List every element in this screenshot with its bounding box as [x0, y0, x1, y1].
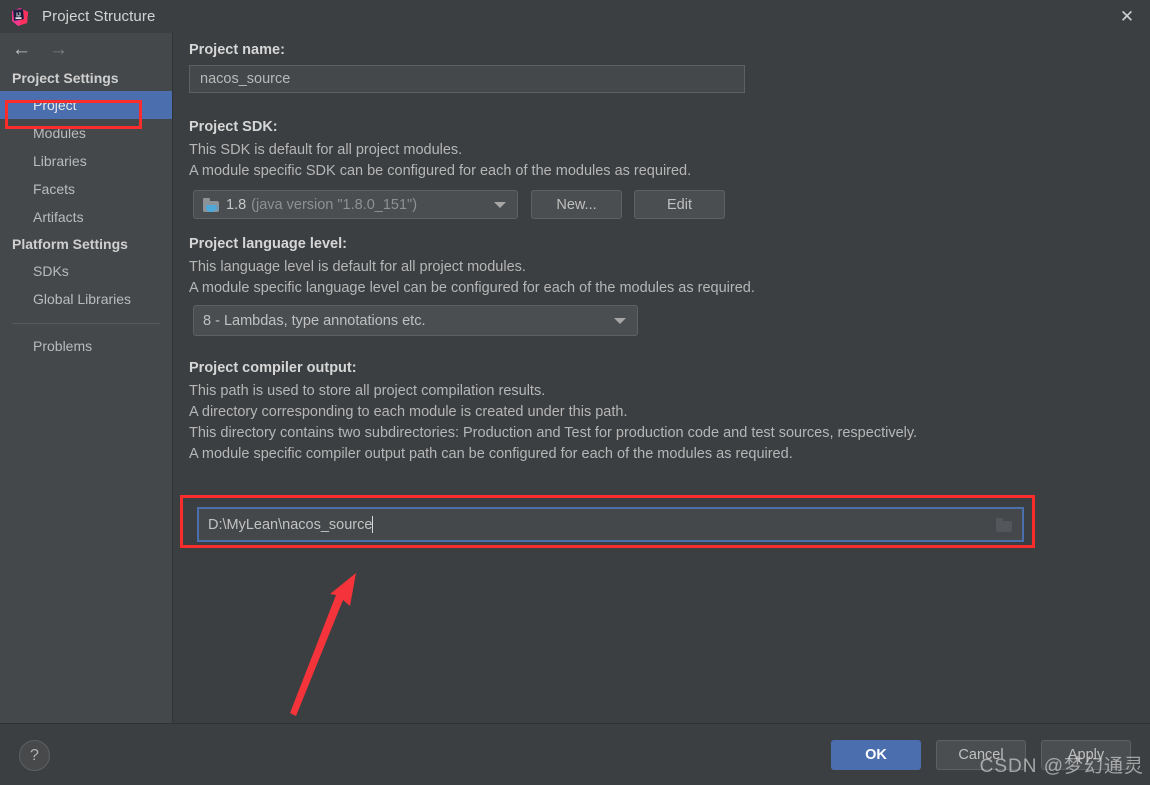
- intellij-idea-logo-icon: IJ: [10, 7, 30, 27]
- dialog-body: ← → Project Settings Project Modules Lib…: [0, 33, 1150, 723]
- project-compiler-output-desc-2: A directory corresponding to each module…: [189, 404, 628, 420]
- forward-arrow-icon[interactable]: →: [49, 40, 68, 59]
- sidebar-item-sdks[interactable]: SDKs: [0, 257, 172, 285]
- sidebar-item-modules[interactable]: Modules: [0, 119, 172, 147]
- project-language-level-dropdown[interactable]: 8 - Lambdas, type annotations etc.: [193, 305, 638, 336]
- project-compiler-output-label: Project compiler output:: [189, 360, 357, 376]
- project-language-level-label: Project language level:: [189, 236, 347, 252]
- sidebar-item-project[interactable]: Project: [0, 91, 172, 119]
- project-compiler-output-desc-4: A module specific compiler output path c…: [189, 446, 793, 462]
- project-language-level-value: 8 - Lambdas, type annotations etc.: [203, 312, 426, 329]
- compiler-output-highlight-box: D:\MyLean\nacos_source: [180, 495, 1035, 548]
- cancel-button[interactable]: Cancel: [936, 740, 1026, 770]
- chevron-down-icon: [614, 317, 626, 324]
- edit-sdk-button[interactable]: Edit: [634, 190, 725, 219]
- project-name-value: nacos_source: [200, 71, 291, 87]
- sidebar-item-libraries[interactable]: Libraries: [0, 147, 172, 175]
- close-icon[interactable]: ✕: [1104, 0, 1150, 33]
- project-sdk-label: Project SDK:: [189, 119, 278, 135]
- back-arrow-icon[interactable]: ←: [12, 40, 31, 59]
- settings-sidebar: ← → Project Settings Project Modules Lib…: [0, 33, 173, 723]
- text-caret: [372, 516, 374, 533]
- sidebar-nav-bar: ← →: [0, 33, 172, 65]
- project-sdk-version: 1.8: [226, 196, 247, 213]
- chevron-down-icon: [494, 201, 506, 208]
- sidebar-group-platform-settings: Platform Settings: [12, 236, 128, 252]
- sidebar-item-artifacts[interactable]: Artifacts: [0, 203, 172, 231]
- project-sdk-version-detail: (java version "1.8.0_151"): [251, 196, 418, 213]
- project-sdk-desc-1: This SDK is default for all project modu…: [189, 142, 463, 158]
- sidebar-item-global-libraries[interactable]: Global Libraries: [0, 285, 172, 313]
- compiler-output-path-input[interactable]: D:\MyLean\nacos_source: [197, 507, 1024, 542]
- project-name-label: Project name:: [189, 42, 285, 58]
- project-sdk-dropdown[interactable]: 1.8 (java version "1.8.0_151"): [193, 190, 518, 219]
- project-compiler-output-desc-3: This directory contains two subdirectori…: [189, 425, 918, 441]
- compiler-output-path-value: D:\MyLean\nacos_source: [208, 516, 373, 533]
- project-language-level-desc-2: A module specific language level can be …: [189, 280, 755, 296]
- sidebar-item-problems[interactable]: Problems: [0, 332, 172, 360]
- new-sdk-button[interactable]: New...: [531, 190, 622, 219]
- window-title: Project Structure: [42, 8, 156, 25]
- sidebar-item-facets[interactable]: Facets: [0, 175, 172, 203]
- apply-button[interactable]: Apply: [1041, 740, 1131, 770]
- project-language-level-desc-1: This language level is default for all p…: [189, 259, 526, 275]
- folder-browse-icon[interactable]: [996, 517, 1013, 532]
- java-sdk-folder-icon: [203, 197, 220, 212]
- project-sdk-desc-2: A module specific SDK can be configured …: [189, 163, 692, 179]
- title-bar: IJ Project Structure ✕: [0, 0, 1150, 33]
- sidebar-divider: [12, 323, 160, 324]
- project-name-input[interactable]: nacos_source: [189, 65, 745, 93]
- settings-content-panel: Project name: nacos_source Project SDK: …: [174, 33, 1150, 723]
- ok-button[interactable]: OK: [831, 740, 921, 770]
- sidebar-group-project-settings: Project Settings: [12, 70, 119, 86]
- project-compiler-output-desc-1: This path is used to store all project c…: [189, 383, 546, 399]
- help-button[interactable]: ?: [19, 740, 50, 771]
